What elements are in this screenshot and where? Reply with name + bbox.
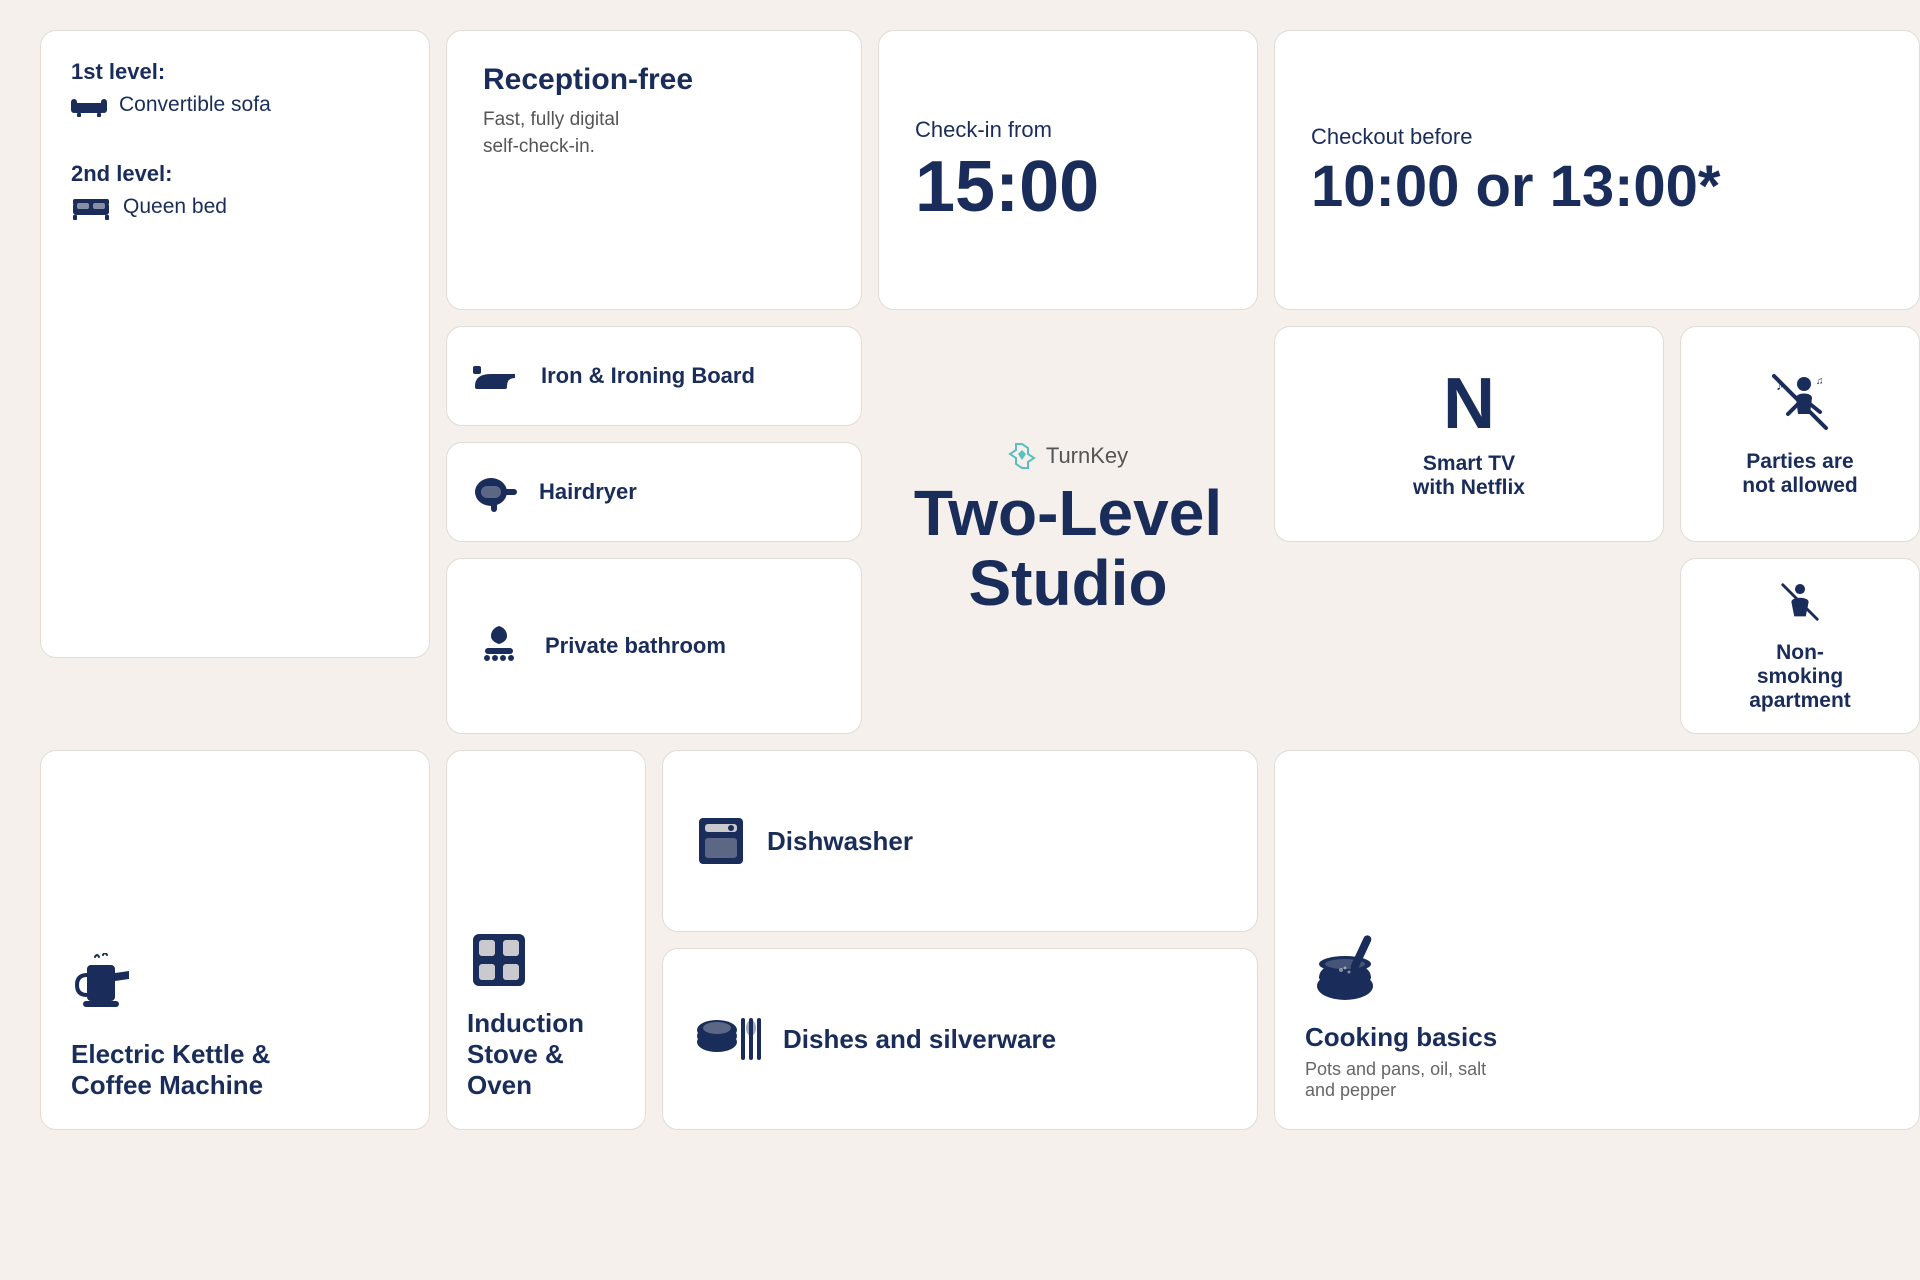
nosmoking-card: Non-smokingapartment bbox=[1680, 558, 1920, 734]
stove-card: InductionStove &Oven bbox=[446, 750, 646, 1130]
checkin-time: 15:00 bbox=[915, 151, 1099, 223]
center-brand-area: TurnKey Two-LevelStudio bbox=[878, 326, 1258, 734]
reception-card: Reception-free Fast, fully digitalself-c… bbox=[446, 30, 862, 310]
dishwasher-label: Dishwasher bbox=[767, 826, 913, 857]
kettle-label: Electric Kettle &Coffee Machine bbox=[71, 1039, 399, 1101]
turnkey-icon bbox=[1008, 442, 1036, 470]
checkout-label: Checkout before bbox=[1311, 124, 1472, 150]
cooking-sublabel: Pots and pans, oil, saltand pepper bbox=[1305, 1059, 1889, 1101]
dishwasher-column: Dishwasher Dishes and silverware bbox=[662, 750, 1258, 1130]
netflix-icon: N bbox=[1443, 368, 1495, 440]
stove-label: InductionStove &Oven bbox=[467, 1008, 625, 1101]
hairdryer-icon bbox=[471, 472, 521, 512]
sofa-icon bbox=[71, 91, 107, 119]
checkin-card: Check-in from 15:00 bbox=[878, 30, 1258, 310]
tv-label: Smart TVwith Netflix bbox=[1413, 452, 1525, 500]
level2-label: 2nd level: bbox=[71, 161, 399, 187]
checkout-card: Checkout before 10:00 or 13:00* bbox=[1274, 30, 1920, 310]
cooking-icon bbox=[1305, 926, 1385, 1006]
bathroom-icon bbox=[471, 618, 527, 674]
tv-card: N Smart TVwith Netflix bbox=[1274, 326, 1664, 542]
dishes-icon bbox=[693, 1014, 765, 1064]
brand-logo: TurnKey bbox=[1008, 442, 1128, 470]
reception-subtitle: Fast, fully digitalself-check-in. bbox=[483, 107, 825, 160]
brand-label: TurnKey bbox=[1046, 443, 1128, 469]
parties-label: Parties arenot allowed bbox=[1742, 450, 1858, 498]
hairdryer-card: Hairdryer bbox=[446, 442, 862, 542]
dishes-label: Dishes and silverware bbox=[783, 1024, 1056, 1055]
iron-card: Iron & Ironing Board bbox=[446, 326, 862, 426]
checkin-label: Check-in from bbox=[915, 117, 1052, 143]
level1-item: Convertible sofa bbox=[119, 93, 271, 117]
no-smoking-icon bbox=[1768, 579, 1832, 625]
no-parties-icon: ♪ ♫ bbox=[1768, 370, 1832, 434]
kettle-card: Electric Kettle &Coffee Machine bbox=[40, 750, 430, 1130]
cooking-card: Cooking basics Pots and pans, oil, salta… bbox=[1274, 750, 1920, 1130]
level2-item: Queen bed bbox=[123, 195, 227, 219]
bathroom-card: Private bathroom bbox=[446, 558, 862, 734]
dishwasher-icon bbox=[693, 816, 749, 866]
iron-label: Iron & Ironing Board bbox=[541, 363, 755, 389]
reception-title: Reception-free bbox=[483, 63, 825, 97]
kettle-icon bbox=[71, 953, 135, 1023]
iron-icon bbox=[471, 358, 523, 394]
hairdryer-label: Hairdryer bbox=[539, 479, 637, 505]
dishes-card: Dishes and silverware bbox=[662, 948, 1258, 1130]
level1-label: 1st level: bbox=[71, 59, 399, 85]
bed-icon bbox=[71, 193, 111, 221]
dishwasher-card: Dishwasher bbox=[662, 750, 1258, 932]
stove-icon bbox=[467, 928, 531, 992]
nosmoking-label: Non-smokingapartment bbox=[1749, 641, 1851, 713]
main-title: Two-LevelStudio bbox=[914, 478, 1222, 619]
cooking-label: Cooking basics bbox=[1305, 1022, 1889, 1053]
bathroom-label: Private bathroom bbox=[545, 633, 726, 659]
checkout-time: 10:00 or 13:00* bbox=[1311, 158, 1720, 216]
parties-card: ♪ ♫ Parties arenot allowed bbox=[1680, 326, 1920, 542]
sleeping-card: 1st level: Convertible sofa 2nd level: bbox=[40, 30, 430, 658]
svg-text:♫: ♫ bbox=[1816, 376, 1824, 387]
